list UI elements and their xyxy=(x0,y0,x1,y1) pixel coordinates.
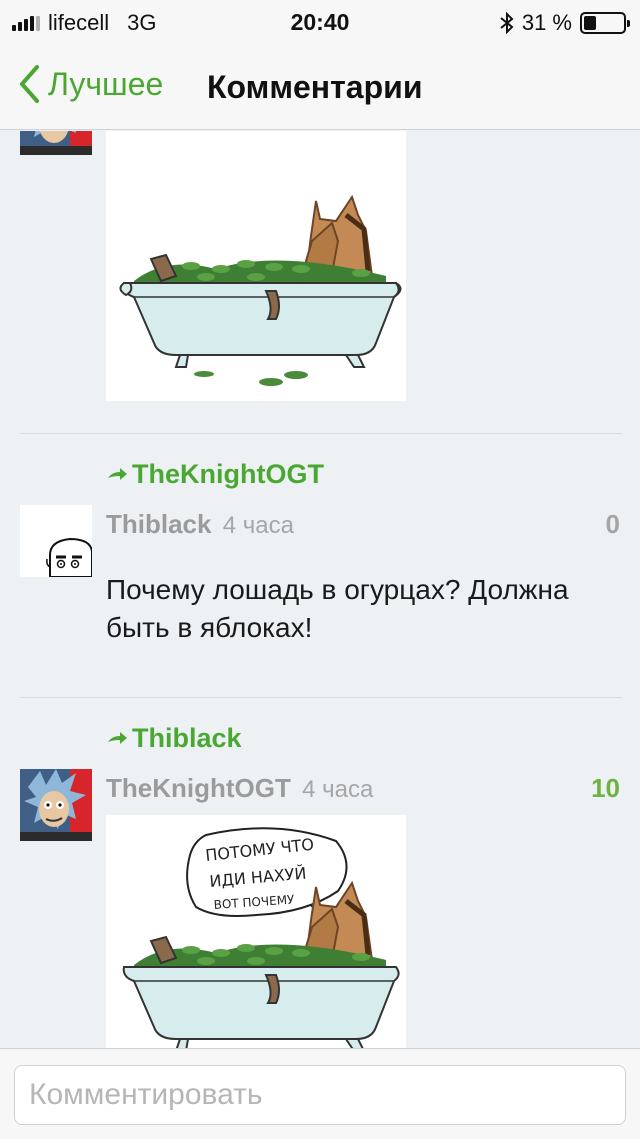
chevron-left-icon xyxy=(20,65,39,103)
navigation-bar: Лучшее Комментарии xyxy=(0,44,640,130)
reply-arrow-icon xyxy=(108,467,127,480)
page-title: Комментарии xyxy=(207,69,423,105)
comment-input[interactable] xyxy=(14,1065,626,1125)
comment-divider xyxy=(20,697,622,698)
battery-fill xyxy=(584,16,596,30)
reply-to-link[interactable]: Thiblack xyxy=(106,723,242,754)
comment-text: Почему лошадь в огурцах? Должна быть в я… xyxy=(106,574,569,643)
avatar[interactable] xyxy=(20,505,92,577)
reply-arrow-icon xyxy=(108,731,127,744)
comment-author[interactable]: TheKnightOGT xyxy=(106,773,291,803)
status-right: 31 % xyxy=(500,10,630,36)
comment-author[interactable]: Thiblack xyxy=(106,509,211,539)
avatar[interactable] xyxy=(20,769,92,841)
comment-time: 4 часа xyxy=(222,512,294,539)
avatar[interactable] xyxy=(20,131,92,155)
comments-feed[interactable]: TheKnightOGT Thiblack 4 часа 0 Почему ло… xyxy=(0,131,640,1048)
battery-icon xyxy=(580,12,630,34)
reply-to-link[interactable]: TheKnightOGT xyxy=(106,459,324,490)
reply-to-username: Thiblack xyxy=(132,723,242,753)
reply-to-username: TheKnightOGT xyxy=(132,459,324,489)
comment-score[interactable]: 0 xyxy=(606,509,620,540)
comment-meta: TheKnightOGT 4 часа xyxy=(106,773,373,804)
comment-divider xyxy=(20,433,622,434)
comment-composer xyxy=(0,1048,640,1139)
bluetooth-icon xyxy=(500,12,514,34)
comment-meta: Thiblack 4 часа xyxy=(106,509,294,540)
back-label: Лучшее xyxy=(48,65,164,102)
back-button[interactable]: Лучшее xyxy=(18,64,163,104)
comment-score[interactable]: 10 xyxy=(591,773,620,804)
comment-image[interactable]: ПОТОМУ ЧТО ИДИ НАХУЙ ВОТ ПОЧЕМУ xyxy=(106,815,406,1048)
status-bar: lifecell 3G 20:40 31 % xyxy=(0,0,640,44)
comment-time: 4 часа xyxy=(302,776,374,803)
comment-image[interactable] xyxy=(106,131,406,401)
battery-percent: 31 % xyxy=(521,10,572,35)
